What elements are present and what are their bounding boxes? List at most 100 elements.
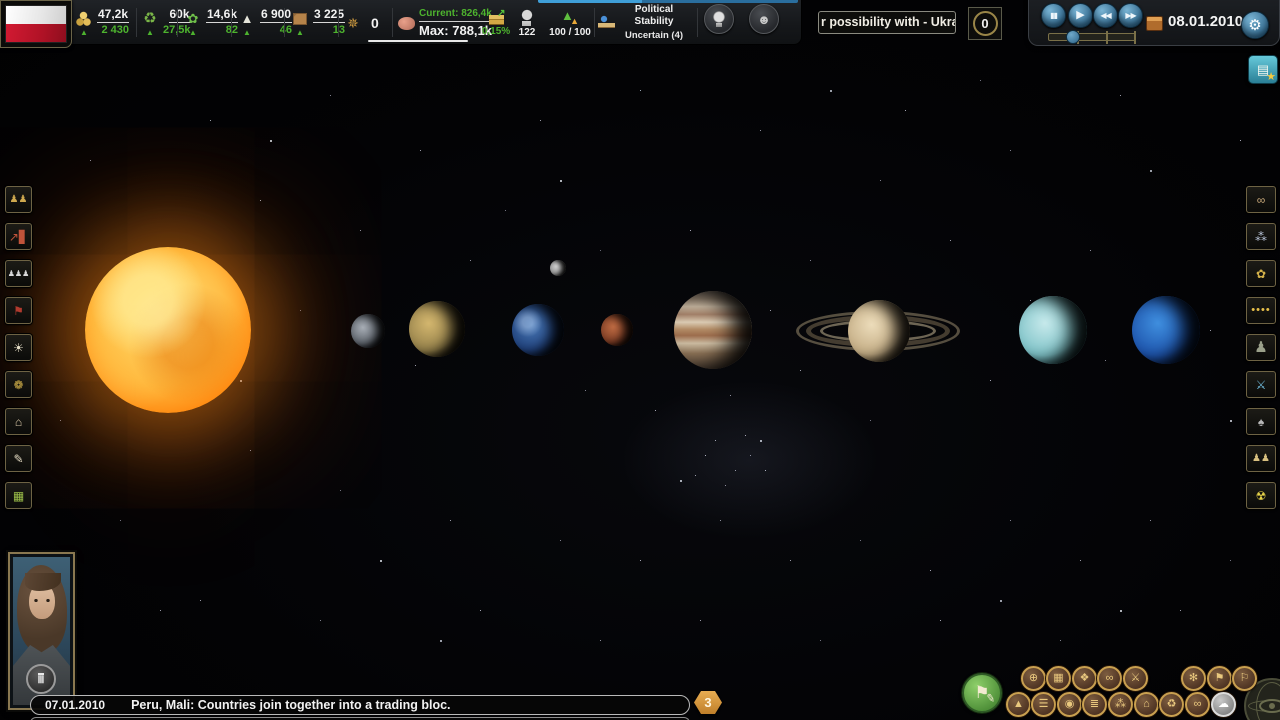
diplomacy-button[interactable]: ∞ [1246,186,1276,213]
fireworks-icon: ✻ [1189,673,1198,684]
statistics-button[interactable]: ↗▋ [5,223,32,250]
planet-saturn[interactable] [796,295,962,367]
influence-map-mode[interactable]: ◉ [1057,692,1082,717]
people-group-icon: ♟♟♟ [8,270,30,278]
pause-icon: ▮▮ [1050,12,1057,20]
head-icon [518,8,536,26]
rewind-button[interactable]: ◀◀ [1093,3,1118,28]
soldier-icon: ♟ [1254,340,1267,355]
laws-button[interactable]: ✎ [5,445,32,472]
relations-map-mode[interactable]: ∞ [1097,666,1122,691]
resource-recycling[interactable]: ♻ ▲ 60k 27,5k [129,0,191,45]
government-badge[interactable]: Ⅲ [26,664,56,694]
planet-earth[interactable] [512,304,564,356]
slider-tick [1134,31,1136,44]
population-map-mode[interactable]: ⁂ [1108,692,1133,717]
resource-industry[interactable]: ▲ 3 225 13 [290,0,345,45]
ai-advisor-button[interactable]: ☻ [749,4,779,34]
plant-icon: ✿ [184,10,202,28]
flag-hand-icon: ⚑ [13,305,24,317]
treasury-progress-line [538,0,798,3]
country-flag-button[interactable] [0,0,72,48]
planet-neptune[interactable] [1132,296,1200,364]
population-button[interactable]: ♟♟♟ [5,260,32,287]
terrain-map-mode[interactable]: ▲ [1006,692,1031,717]
objectives-button[interactable]: ▤ ★ [1248,55,1278,84]
handshake-icon: ∞ [1257,194,1266,206]
resource-compass[interactable]: ✵ 0 [344,0,379,45]
bank-money-icon: ▦ [13,490,24,502]
game-speed-slider[interactable] [1048,33,1136,41]
fast-forward-button[interactable]: ▶▶ [1118,3,1143,28]
planet-uranus[interactable] [1019,296,1087,364]
population-stat[interactable]: 122 [512,0,542,45]
slider-handle[interactable] [1066,30,1080,44]
world-conflicts-button[interactable]: ⚔ [1246,371,1276,398]
weather-map-mode[interactable]: ☁ [1211,692,1236,717]
planet-mars[interactable] [601,314,633,346]
world-map-mode[interactable]: ⊕ [1021,666,1046,691]
play-button[interactable]: ▶ [1068,3,1093,28]
claims-map-mode[interactable]: ⚑ [1207,666,1232,691]
subsidies-button[interactable]: ☀ [5,334,32,361]
pause-button[interactable]: ▮▮ [1041,3,1066,28]
news-ticker[interactable]: 07.01.2010 Peru, Mali: Countries join to… [30,695,690,715]
military-button[interactable]: ♟ [1246,334,1276,361]
coins-plant-icon: ✿ [1256,268,1266,280]
military-map-mode[interactable]: ☰ [1031,692,1056,717]
news-count: 3 [694,691,722,714]
government-button[interactable]: ⁂ [1246,223,1276,250]
growth-value: 0,15% [482,26,510,37]
trade-map-mode[interactable]: ∞ [1185,692,1210,717]
gear-icon: ⚙ [1248,16,1261,34]
government-map-mode[interactable]: ⌂ [1134,692,1159,717]
weapons-program-button[interactable]: ☢ [1246,482,1276,509]
settings-button[interactable]: ⚙ [1241,11,1269,39]
planet-jupiter[interactable] [674,291,752,369]
trend-up-icon: ▲ [189,29,197,36]
fast-forward-icon: ▶▶ [1125,12,1135,20]
alliances-map-mode[interactable]: ❖ [1072,666,1097,691]
news-count-badge[interactable]: 3 [694,691,722,714]
espionage-button[interactable]: ♠ [1246,408,1276,435]
ministers-button[interactable]: ♟♟ [5,186,32,213]
economy-button[interactable]: ✿ [1246,260,1276,287]
unrest-map-mode[interactable]: ✻ [1181,666,1206,691]
moon[interactable] [550,260,566,276]
politics-button[interactable]: ⚑ [5,297,32,324]
political-stability-group[interactable]: Political Stability Uncertain (4) [598,0,688,45]
planet-venus[interactable] [409,301,465,357]
prestige-button[interactable]: ❁ [5,371,32,398]
territories-map-mode[interactable]: ⚐ [1232,666,1257,691]
technology-map-mode[interactable]: ▦ [1046,666,1071,691]
resource-money[interactable]: ▲ 47,2k 2 430 [74,0,129,45]
recycle-icon: ♻ [1167,699,1177,710]
treasury-button[interactable]: ▦ [5,482,32,509]
org-chart-icon: ⁂ [1255,231,1267,243]
flag-hand-icon: ⚑ [1215,673,1225,684]
laurel-flag-icon: ❁ [13,379,23,391]
national-focus-button[interactable]: ⚑ ✎ [962,673,1002,713]
four-dots-icon: •••• [1251,305,1270,316]
resource-agriculture[interactable]: ✿ ▲ 14,6k 82 [183,0,238,45]
alert-counter[interactable]: 0 [968,7,1002,40]
trade-button[interactable]: ♟♟ [1246,445,1276,472]
growth-stat[interactable]: ↗ 0,15% [478,0,514,45]
resources-map-mode[interactable]: ♻ [1159,692,1184,717]
support-stat[interactable]: ▲▲ 100 / 100 [546,0,594,45]
more-options-button[interactable]: •••• [1246,297,1276,324]
war-map-mode[interactable]: ⚔ [1123,666,1148,691]
infrastructure-button[interactable]: ⌂ [5,408,32,435]
planet-mercury[interactable] [351,314,385,348]
sun[interactable] [85,247,251,413]
poland-flag [5,5,67,43]
hint-bulb-button[interactable] [704,4,734,34]
up-arrows-icon: ▲▲ [561,8,579,26]
compass-icon: ✵ [344,14,362,32]
event-alert[interactable]: r possibility with - Ukraine [818,11,956,34]
eye-icon [1259,699,1280,713]
economy-map-mode[interactable]: ≣ [1082,692,1107,717]
divider [697,8,698,37]
up-arrow-icon: ↗ [497,5,505,23]
bank-building-icon: ⌂ [1143,699,1150,710]
